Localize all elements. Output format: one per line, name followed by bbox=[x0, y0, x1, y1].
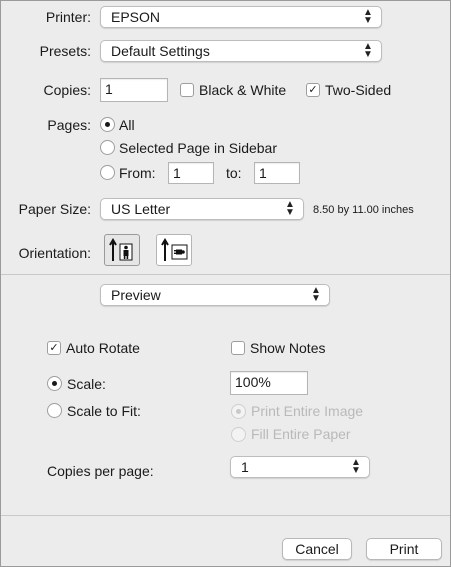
section-value: Preview bbox=[111, 287, 161, 303]
paper-size-select[interactable]: US Letter ▲ ▼ bbox=[100, 198, 304, 220]
section-divider bbox=[1, 274, 450, 275]
orientation-portrait-button[interactable] bbox=[104, 234, 140, 266]
chevron-updown-icon: ▲ ▼ bbox=[285, 199, 295, 218]
two-sided-checkbox[interactable]: ✓ bbox=[306, 83, 320, 97]
scale-field[interactable]: 100% bbox=[230, 371, 308, 395]
black-white-label: Black & White bbox=[199, 82, 287, 98]
checkmark-icon: ✓ bbox=[308, 84, 318, 96]
printer-label: Printer: bbox=[45, 9, 91, 25]
copies-label: Copies: bbox=[43, 82, 91, 98]
pages-from-field[interactable]: 1 bbox=[168, 162, 214, 184]
pages-selected-label: Selected Page in Sidebar bbox=[119, 140, 277, 156]
presets-value: Default Settings bbox=[111, 43, 210, 59]
show-notes-checkbox[interactable] bbox=[231, 341, 245, 355]
pages-to-label: to: bbox=[226, 165, 242, 181]
copies-per-page-value: 1 bbox=[241, 459, 249, 475]
auto-rotate-checkbox[interactable]: ✓ bbox=[47, 341, 61, 355]
landscape-orientation-icon bbox=[161, 238, 188, 261]
print-button[interactable]: Print bbox=[366, 538, 442, 560]
pages-all-label: All bbox=[119, 117, 135, 133]
chevron-updown-icon: ▲ ▼ bbox=[363, 41, 373, 60]
black-white-checkbox[interactable] bbox=[180, 83, 194, 97]
scale-to-fit-label: Scale to Fit: bbox=[67, 403, 141, 419]
printer-select[interactable]: EPSON ▲ ▼ bbox=[100, 6, 382, 28]
section-select[interactable]: Preview ▲ ▼ bbox=[100, 284, 330, 306]
scale-radio[interactable] bbox=[47, 376, 62, 391]
pages-to-field[interactable]: 1 bbox=[254, 162, 300, 184]
paper-size-label: Paper Size: bbox=[18, 201, 91, 217]
paper-size-value: US Letter bbox=[111, 201, 171, 217]
footer-divider bbox=[1, 515, 450, 516]
auto-rotate-label: Auto Rotate bbox=[66, 340, 140, 356]
copies-field[interactable]: 1 bbox=[100, 78, 168, 102]
copies-per-page-label: Copies per page: bbox=[47, 463, 154, 479]
scale-to-fit-radio[interactable] bbox=[47, 403, 62, 418]
orientation-landscape-button[interactable] bbox=[156, 234, 192, 266]
chevron-updown-icon: ▲ ▼ bbox=[363, 7, 373, 26]
show-notes-label: Show Notes bbox=[250, 340, 326, 356]
pages-from-radio[interactable] bbox=[100, 165, 115, 180]
presets-label: Presets: bbox=[39, 43, 91, 59]
pages-label: Pages: bbox=[47, 117, 91, 133]
paper-dimensions: 8.50 by 11.00 inches bbox=[313, 204, 414, 216]
fill-entire-paper-label: Fill Entire Paper bbox=[251, 426, 351, 442]
pages-from-label: From: bbox=[119, 165, 156, 181]
checkmark-icon: ✓ bbox=[49, 342, 59, 354]
chevron-updown-icon: ▲ ▼ bbox=[351, 457, 361, 476]
presets-select[interactable]: Default Settings ▲ ▼ bbox=[100, 40, 382, 62]
fill-entire-paper-radio[interactable] bbox=[231, 427, 246, 442]
copies-per-page-select[interactable]: 1 ▲ ▼ bbox=[230, 456, 370, 478]
two-sided-label: Two-Sided bbox=[325, 82, 392, 98]
chevron-updown-icon: ▲ ▼ bbox=[311, 285, 321, 304]
cancel-button[interactable]: Cancel bbox=[282, 538, 352, 560]
pages-all-radio[interactable] bbox=[100, 117, 115, 132]
print-entire-image-radio[interactable] bbox=[231, 404, 246, 419]
printer-value: EPSON bbox=[111, 9, 161, 25]
orientation-label: Orientation: bbox=[18, 245, 91, 261]
portrait-orientation-icon bbox=[109, 238, 133, 261]
scale-label: Scale: bbox=[67, 376, 106, 392]
pages-selected-radio[interactable] bbox=[100, 140, 115, 155]
print-entire-image-label: Print Entire Image bbox=[251, 403, 364, 419]
